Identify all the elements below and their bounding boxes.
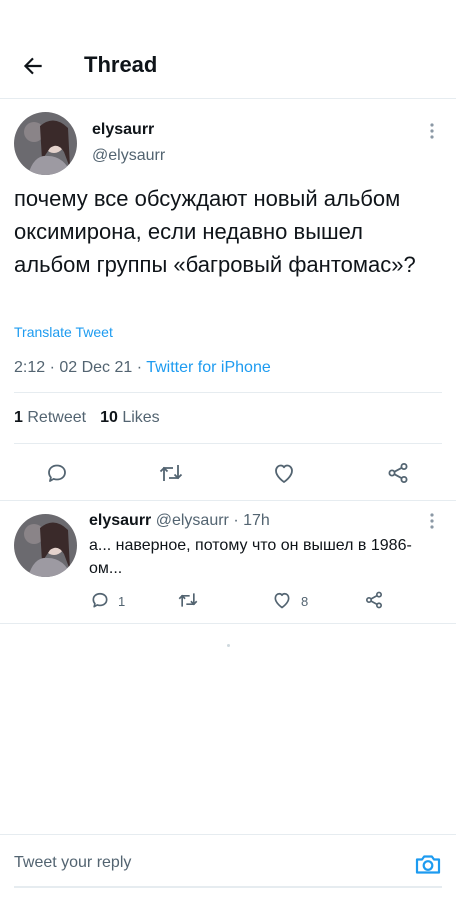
tweet-stats: 1 Retweet 10 Likes	[14, 409, 160, 427]
back-arrow-icon[interactable]	[20, 53, 46, 79]
like-icon[interactable]	[272, 461, 296, 485]
retweets-count: 1	[14, 409, 23, 426]
reply-author-handle[interactable]: @elysaurr	[156, 512, 229, 529]
page-title: Thread	[84, 52, 158, 77]
reply-icon[interactable]	[45, 461, 69, 485]
tweet-meta: 2:12 · 02 Dec 21 · Twitter for iPhone	[14, 359, 271, 377]
reply-time[interactable]: 17h	[243, 512, 270, 529]
retweet-icon[interactable]	[158, 461, 184, 485]
likes-stat[interactable]: 10 Likes	[100, 409, 160, 426]
tweet-source[interactable]: Twitter for iPhone	[146, 359, 271, 376]
tweet-date: 02 Dec 21	[59, 359, 133, 376]
composer-divider	[0, 834, 456, 835]
tweet-text: почему все обсуждают новый альбом оксими…	[14, 186, 416, 277]
reply-author-name[interactable]: elysaurr	[89, 512, 151, 529]
like-count: 8	[301, 594, 309, 609]
meta-separator: ·	[45, 359, 60, 376]
retweets-label: Retweet	[27, 409, 87, 426]
camera-icon[interactable]	[414, 850, 442, 878]
share-icon[interactable]	[364, 590, 384, 610]
top-bar: Thread	[0, 0, 456, 99]
translate-link[interactable]: Translate Tweet	[14, 324, 113, 340]
share-icon[interactable]	[386, 461, 410, 485]
likes-count: 10	[100, 409, 118, 426]
author-name[interactable]: elysaurr	[92, 121, 154, 139]
more-icon[interactable]	[429, 512, 435, 530]
likes-label: Likes	[122, 409, 160, 426]
reply-input-underline	[14, 886, 442, 888]
like-icon[interactable]	[272, 590, 292, 610]
meta-separator: ·	[228, 512, 244, 529]
author-handle[interactable]: @elysaurr	[92, 147, 165, 165]
reply-icon[interactable]	[90, 590, 110, 610]
divider	[14, 443, 442, 444]
meta-separator: ·	[132, 359, 147, 376]
avatar[interactable]	[14, 514, 77, 577]
divider	[14, 392, 442, 393]
divider	[0, 623, 456, 624]
reply-text: а... наверное, потому что он вышел в 198…	[89, 537, 412, 577]
retweet-icon[interactable]	[177, 590, 199, 610]
tweet-time: 2:12	[14, 359, 46, 376]
loading-indicator	[227, 644, 230, 647]
retweets-stat[interactable]: 1 Retweet	[14, 409, 86, 426]
divider	[0, 500, 456, 501]
more-icon[interactable]	[429, 122, 435, 140]
avatar[interactable]	[14, 112, 77, 175]
reply-count: 1	[118, 594, 126, 609]
reply-header: elysaurr @elysaurr · 17h	[89, 512, 270, 530]
reply-input[interactable]: Tweet your reply	[14, 854, 394, 872]
